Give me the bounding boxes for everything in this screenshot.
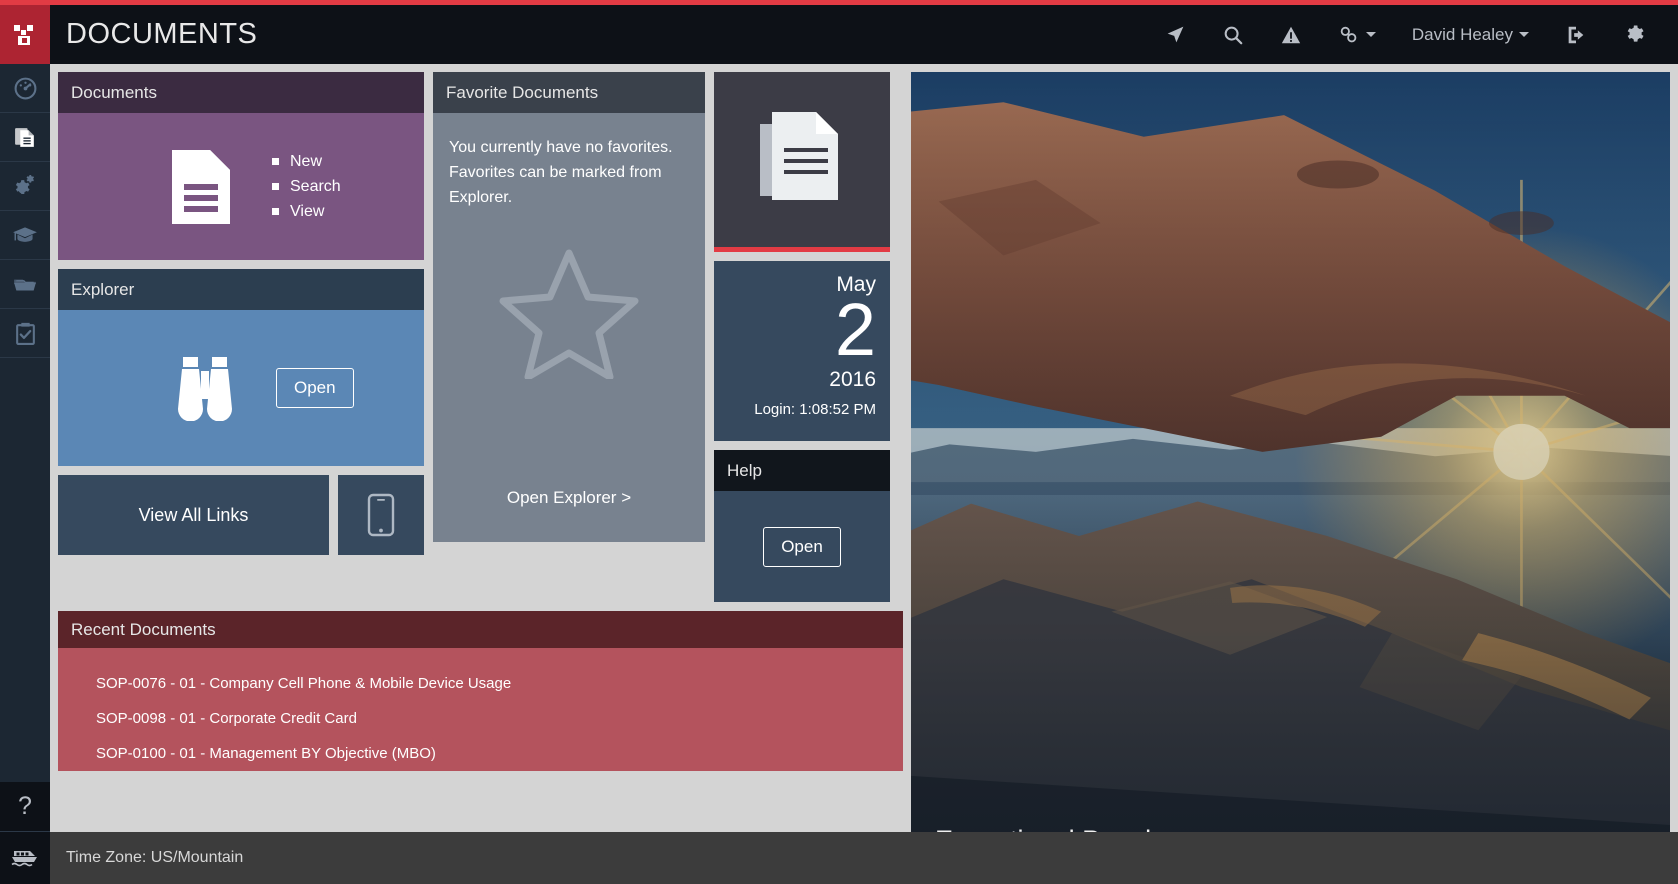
chevron-down-icon [1366, 32, 1376, 37]
user-menu-button[interactable]: David Healey [1394, 5, 1547, 64]
documents-card: Documents [58, 72, 424, 260]
mobile-app-button[interactable] [338, 475, 424, 555]
sidebar-item-boat[interactable] [0, 832, 50, 884]
recent-document-item[interactable]: SOP-0098 - 01 - Corporate Credit Card [96, 701, 903, 736]
gauge-icon [13, 76, 38, 101]
settings-button[interactable] [1605, 5, 1664, 64]
explorer-card-body: Open [58, 310, 424, 466]
search-icon [1222, 24, 1244, 46]
documents-link-new[interactable]: New [272, 149, 341, 174]
recent-documents-title: Recent Documents [58, 611, 903, 648]
recent-document-item[interactable]: SOP-0076 - 01 - Company Cell Phone & Mob… [96, 666, 903, 701]
explorer-card-icon-wrap [170, 355, 240, 421]
sidebar-item-training[interactable] [0, 211, 50, 260]
explorer-open-wrap: Open [276, 368, 354, 408]
document-thumb-card[interactable] [714, 72, 890, 252]
column-c: May 2 2016 Login: 1:08:52 PM Help Open [714, 72, 890, 602]
favorites-card: Favorite Documents You currently have no… [433, 72, 705, 542]
links-menu-button[interactable] [1320, 5, 1394, 64]
date-card: May 2 2016 Login: 1:08:52 PM [714, 261, 890, 441]
app-logo[interactable] [0, 5, 50, 64]
explorer-card-title: Explorer [58, 269, 424, 310]
sidebar-item-dashboard[interactable] [0, 64, 50, 113]
left-zone: Documents [58, 72, 903, 876]
documents-card-body: New Search View [58, 113, 424, 260]
document-thumb-body [714, 72, 890, 252]
sidebar-item-help[interactable]: ? [0, 782, 50, 832]
binoculars-icon [170, 355, 240, 421]
documents-link-search[interactable]: Search [272, 174, 341, 199]
footer-bar: Time Zone: US/Mountain [50, 832, 1678, 884]
sidebar-item-settings[interactable] [0, 162, 50, 211]
star-outline-icon [499, 245, 639, 379]
time-zone-label: Time Zone: US/Mountain [66, 849, 243, 867]
logout-icon [1565, 24, 1587, 46]
folders-icon [12, 271, 38, 297]
hero-landscape-image [911, 72, 1670, 876]
navigate-icon [1165, 24, 1186, 45]
alerts-button[interactable] [1262, 5, 1320, 64]
page-title: DOCUMENTS [66, 18, 257, 51]
view-all-links-button[interactable]: View All Links [58, 475, 329, 555]
warning-icon [1280, 24, 1302, 46]
favorites-open-explorer-link[interactable]: Open Explorer > [433, 488, 705, 508]
documents-card-title: Documents [58, 72, 424, 113]
top-accent-bar [0, 0, 1678, 5]
mobile-phone-icon [367, 493, 395, 537]
favorites-watermark-wrap [433, 245, 705, 379]
login-time: Login: 1:08:52 PM [754, 401, 876, 418]
sidebar-item-files[interactable] [0, 260, 50, 309]
question-mark-icon: ? [18, 792, 32, 821]
documents-link-view[interactable]: View [272, 199, 341, 224]
date-day: 2 [835, 293, 876, 367]
recent-documents-body: SOP-0076 - 01 - Company Cell Phone & Mob… [58, 648, 903, 771]
help-card-title: Help [714, 450, 890, 491]
column-a: Documents [58, 72, 424, 602]
sidebar-item-tasks[interactable] [0, 309, 50, 358]
search-button[interactable] [1204, 5, 1262, 64]
recent-documents-card: Recent Documents SOP-0076 - 01 - Company… [58, 611, 903, 771]
app-root: DOCUMENTS [0, 0, 1678, 884]
clipboard-check-icon [13, 321, 38, 346]
column-b: Favorite Documents You currently have no… [433, 72, 705, 602]
documents-icon [13, 125, 38, 150]
user-name: David Healey [1412, 25, 1513, 45]
sidebar-item-documents[interactable] [0, 113, 50, 162]
navigate-button[interactable] [1147, 5, 1204, 64]
sidebar-bottom-group: ? [0, 782, 50, 884]
recent-document-item[interactable]: SOP-0100 - 01 - Management BY Objective … [96, 736, 903, 771]
documents-card-icon-wrap [170, 148, 232, 226]
hero-image-panel: Exceptional People [911, 72, 1670, 876]
boat-icon [10, 846, 40, 870]
app-logo-icon [12, 22, 38, 48]
help-card-body: Open [714, 491, 890, 602]
favorites-card-body: You currently have no favorites. Favorit… [433, 113, 705, 542]
favorites-card-title: Favorite Documents [433, 72, 705, 113]
document-stack-icon [750, 106, 854, 214]
graduation-cap-icon [12, 222, 38, 248]
gears-icon [13, 174, 38, 199]
document-page-icon [170, 148, 232, 226]
help-open-button[interactable]: Open [763, 527, 841, 567]
logout-button[interactable] [1547, 5, 1605, 64]
help-card: Help Open [714, 450, 890, 602]
links-row: View All Links [58, 475, 424, 555]
explorer-open-button[interactable]: Open [276, 368, 354, 408]
app-header: DOCUMENTS [0, 5, 1678, 64]
gear-icon [1623, 23, 1646, 46]
links-icon [1338, 24, 1360, 46]
favorites-empty-message: You currently have no favorites. Favorit… [449, 135, 689, 210]
date-year: 2016 [829, 367, 876, 393]
header-tools: David Healey [1147, 5, 1678, 64]
sidebar-rail: ? [0, 64, 50, 884]
explorer-card: Explorer [58, 269, 424, 466]
chevron-down-icon [1519, 32, 1529, 37]
documents-card-links: New Search View [272, 149, 341, 224]
top-cards-row: Documents [58, 72, 903, 602]
main-content: Documents [50, 64, 1678, 884]
